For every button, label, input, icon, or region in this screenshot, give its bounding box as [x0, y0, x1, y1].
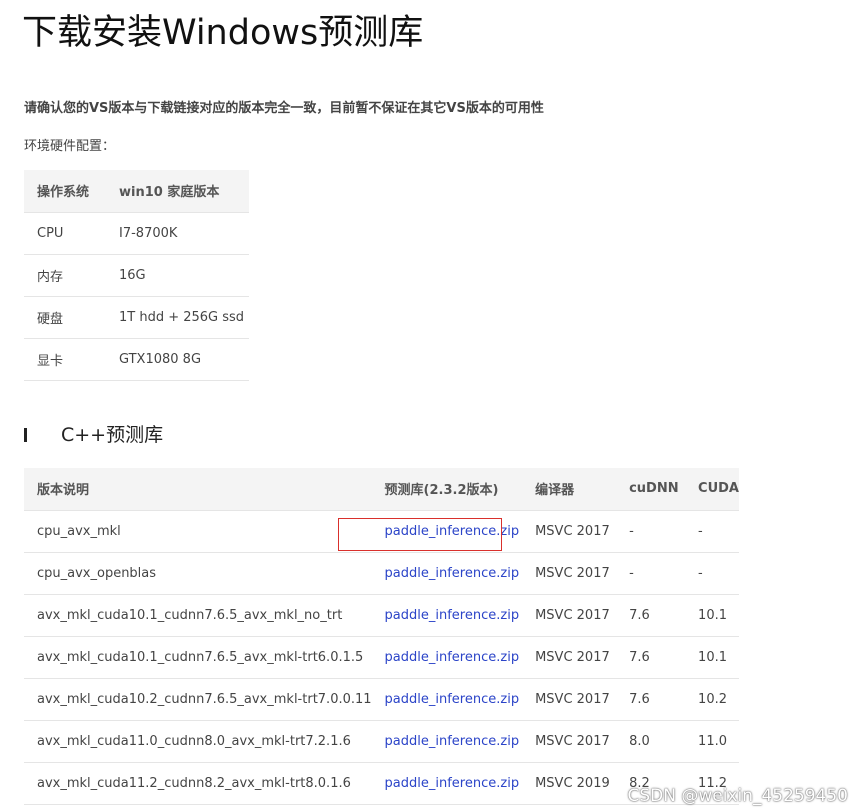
compiler-cell: MSVC 2017	[522, 510, 617, 553]
hardware-value: 1T hdd + 256G ssd	[106, 296, 249, 339]
environment-label: 环境硬件配置：	[24, 139, 116, 154]
section-heading-bar	[24, 428, 27, 442]
cudnn-cell: -	[616, 510, 686, 553]
download-link[interactable]: paddle_inference.zip	[385, 650, 520, 665]
hardware-value: GTX1080 8G	[106, 338, 249, 381]
column-header-library: 预测库(2.3.2版本)	[371, 468, 523, 511]
cuda-cell: 10.1	[685, 594, 739, 637]
cudnn-cell: 7.6	[616, 594, 686, 637]
hardware-header-value: win10 家庭版本	[106, 170, 249, 213]
version-cell: avx_mkl_cuda10.2_cudnn7.6.5_avx_mkl-trt7…	[24, 678, 372, 721]
library-cell: paddle_inference.zip	[371, 636, 523, 679]
table-row: cpu_avx_openblas paddle_inference.zip MS…	[24, 552, 739, 595]
cuda-cell: 10.1	[685, 636, 739, 679]
cpp-section-title: C++预测库	[61, 424, 164, 446]
cudnn-cell: 8.0	[616, 720, 686, 763]
table-row: avx_mkl_cuda10.1_cudnn7.6.5_avx_mkl_no_t…	[24, 594, 739, 637]
cudnn-cell: 7.6	[616, 678, 686, 721]
hardware-key: 硬盘	[24, 296, 106, 339]
version-cell: avx_mkl_cuda10.1_cudnn7.6.5_avx_mkl-trt6…	[24, 636, 372, 679]
version-cell: avx_mkl_cuda10.1_cudnn7.6.5_avx_mkl_no_t…	[24, 594, 372, 637]
download-link[interactable]: paddle_inference.zip	[385, 524, 520, 539]
column-header-cuda: CUDA	[685, 468, 739, 511]
hardware-value: I7-8700K	[106, 212, 249, 255]
hardware-key: 内存	[24, 254, 106, 297]
version-cell: avx_mkl_cuda11.2_cudnn8.2_avx_mkl-trt8.0…	[24, 762, 372, 805]
library-cell: paddle_inference.zip	[371, 594, 523, 637]
library-cell: paddle_inference.zip	[371, 678, 523, 721]
page-title: 下载安装Windows预测库	[22, 13, 424, 53]
hardware-row: CPU I7-8700K	[24, 212, 249, 255]
library-cell: paddle_inference.zip	[371, 762, 523, 805]
hardware-row: 内存 16G	[24, 254, 249, 297]
watermark: CSDN @weixin_45259450	[627, 786, 848, 806]
column-header-compiler: 编译器	[522, 468, 617, 511]
table-row: cpu_avx_mkl paddle_inference.zip MSVC 20…	[24, 510, 739, 553]
hardware-value: 16G	[106, 254, 249, 297]
compiler-cell: MSVC 2019	[522, 762, 617, 805]
library-cell: paddle_inference.zip	[371, 552, 523, 595]
column-header-cudnn: cuDNN	[616, 468, 686, 511]
version-notice: 请确认您的VS版本与下载链接对应的版本完全一致，目前暂不保证在其它VS版本的可用…	[24, 101, 544, 116]
cuda-cell: 11.0	[685, 720, 739, 763]
cpp-library-table: 版本说明 预测库(2.3.2版本) 编译器 cuDNN CUDA cpu_avx…	[24, 468, 739, 805]
cudnn-cell: -	[616, 552, 686, 595]
compiler-cell: MSVC 2017	[522, 678, 617, 721]
cudnn-cell: 7.6	[616, 636, 686, 679]
compiler-cell: MSVC 2017	[522, 594, 617, 637]
download-link[interactable]: paddle_inference.zip	[385, 608, 520, 623]
version-cell: cpu_avx_openblas	[24, 552, 372, 595]
hardware-key: CPU	[24, 212, 106, 255]
library-cell: paddle_inference.zip	[371, 720, 523, 763]
version-cell: cpu_avx_mkl	[24, 510, 372, 553]
download-link[interactable]: paddle_inference.zip	[385, 692, 520, 707]
table-row: avx_mkl_cuda10.1_cudnn7.6.5_avx_mkl-trt6…	[24, 636, 739, 679]
compiler-cell: MSVC 2017	[522, 636, 617, 679]
cuda-cell: -	[685, 552, 739, 595]
hardware-row: 硬盘 1T hdd + 256G ssd	[24, 296, 249, 339]
cuda-cell: 10.2	[685, 678, 739, 721]
page: 下载安装Windows预测库 请确认您的VS版本与下载链接对应的版本完全一致，目…	[0, 0, 864, 812]
hardware-header-key: 操作系统	[24, 170, 106, 213]
cuda-cell: -	[685, 510, 739, 553]
hardware-config-table: 操作系统 win10 家庭版本 CPU I7-8700K 内存 16G 硬盘 1…	[24, 170, 249, 381]
download-link[interactable]: paddle_inference.zip	[385, 776, 520, 791]
hardware-row: 显卡 GTX1080 8G	[24, 338, 249, 381]
download-link[interactable]: paddle_inference.zip	[385, 734, 520, 749]
download-link[interactable]: paddle_inference.zip	[385, 566, 520, 581]
library-cell: paddle_inference.zip	[371, 510, 523, 553]
library-table-header: 版本说明 预测库(2.3.2版本) 编译器 cuDNN CUDA	[24, 468, 739, 511]
column-header-version: 版本说明	[24, 468, 372, 511]
hardware-key: 显卡	[24, 338, 106, 381]
version-cell: avx_mkl_cuda11.0_cudnn8.0_avx_mkl-trt7.2…	[24, 720, 372, 763]
table-row: avx_mkl_cuda10.2_cudnn7.6.5_avx_mkl-trt7…	[24, 678, 739, 721]
compiler-cell: MSVC 2017	[522, 720, 617, 763]
compiler-cell: MSVC 2017	[522, 552, 617, 595]
table-row: avx_mkl_cuda11.0_cudnn8.0_avx_mkl-trt7.2…	[24, 720, 739, 763]
hardware-table-header: 操作系统 win10 家庭版本	[24, 170, 249, 213]
